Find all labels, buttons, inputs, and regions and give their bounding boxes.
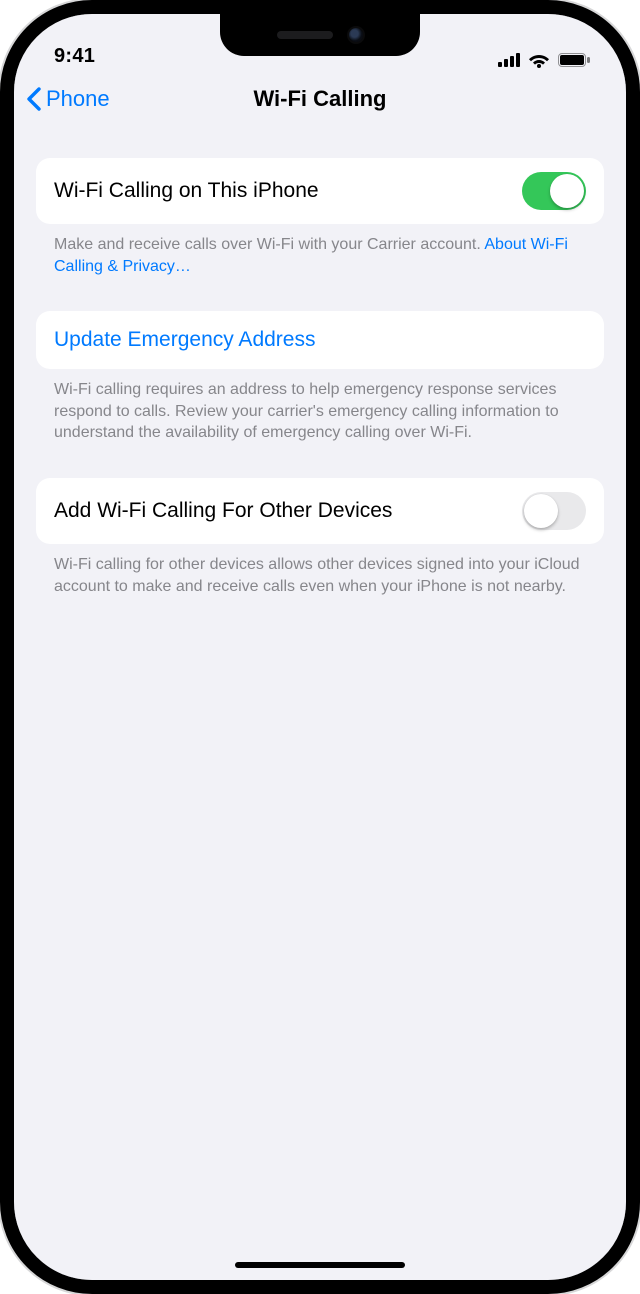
battery-icon — [558, 53, 590, 67]
back-button-label: Phone — [46, 86, 110, 112]
group-footer: Wi-Fi calling requires an address to hel… — [36, 369, 604, 444]
cell-update-emergency-address[interactable]: Update Emergency Address — [36, 311, 604, 369]
cell-wifi-calling-other-devices[interactable]: Add Wi-Fi Calling For Other Devices — [36, 478, 604, 544]
device-notch — [220, 14, 420, 56]
cell-label: Wi-Fi Calling on This iPhone — [54, 178, 319, 204]
group-other-devices: Add Wi-Fi Calling For Other Devices Wi-F… — [36, 478, 604, 597]
screen: 9:41 — [14, 14, 626, 1280]
status-time: 9:41 — [54, 45, 95, 68]
toggle-knob — [550, 174, 584, 208]
toggle-knob — [524, 494, 558, 528]
group-emergency-address: Update Emergency Address Wi-Fi calling r… — [36, 311, 604, 444]
wifi-icon — [528, 52, 550, 68]
footer-text: Make and receive calls over Wi-Fi with y… — [54, 236, 484, 253]
device-frame: 9:41 — [0, 0, 640, 1294]
footer-text: Wi-Fi calling requires an address to hel… — [54, 381, 559, 441]
footer-text: Wi-Fi calling for other devices allows o… — [54, 556, 580, 595]
cell-label: Add Wi-Fi Calling For Other Devices — [54, 498, 392, 524]
toggle-wifi-calling-this-iphone[interactable] — [522, 172, 586, 210]
cell-label: Update Emergency Address — [54, 328, 315, 352]
back-button[interactable]: Phone — [26, 86, 110, 112]
group-footer: Make and receive calls over Wi-Fi with y… — [36, 224, 604, 277]
group-footer: Wi-Fi calling for other devices allows o… — [36, 544, 604, 597]
cell-wifi-calling-this-iphone[interactable]: Wi-Fi Calling on This iPhone — [36, 158, 604, 224]
toggle-wifi-calling-other-devices[interactable] — [522, 492, 586, 530]
chevron-left-icon — [26, 87, 42, 111]
group-wifi-calling-this-iphone: Wi-Fi Calling on This iPhone Make and re… — [36, 158, 604, 277]
settings-content: Wi-Fi Calling on This iPhone Make and re… — [14, 128, 626, 597]
nav-bar: Phone Wi-Fi Calling — [14, 70, 626, 128]
home-indicator — [235, 1262, 405, 1268]
cellular-signal-icon — [498, 53, 520, 67]
